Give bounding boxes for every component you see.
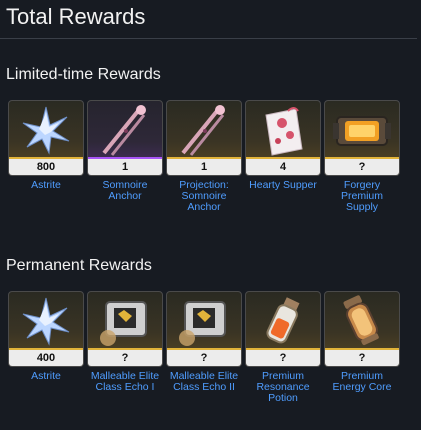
reward-card[interactable]: 800 — [8, 100, 84, 176]
reward-malleable-echo-2[interactable]: ? Malleable Elite Class Echo II — [166, 291, 242, 404]
reward-astrite-permanent[interactable]: 400 Astrite — [8, 291, 84, 404]
reward-quantity: 1 — [167, 157, 241, 175]
reward-name[interactable]: Forgery Premium Supply — [324, 180, 400, 213]
reward-name[interactable]: Malleable Elite Class Echo I — [87, 371, 163, 393]
reward-malleable-echo-1[interactable]: ? Malleable Elite Class Echo I — [87, 291, 163, 404]
astrite-crystal-icon — [22, 297, 70, 346]
reward-somnoire-anchor[interactable]: 1 Somnoire Anchor — [87, 100, 163, 213]
reward-name[interactable]: Premium Resonance Potion — [245, 371, 321, 404]
reward-card[interactable]: ? — [245, 291, 321, 367]
section-title-permanent: Permanent Rewards — [6, 257, 152, 274]
reward-card[interactable]: ? — [324, 100, 400, 176]
resonance-potion-icon — [266, 297, 300, 344]
echo-box-icon — [179, 301, 226, 346]
projection-somnoire-anchor-icon — [181, 105, 225, 156]
reward-quantity: ? — [246, 348, 320, 366]
reward-card[interactable]: 4 — [245, 100, 321, 176]
reward-name[interactable]: Astrite — [8, 371, 84, 382]
reward-premium-energy-core[interactable]: ? Premium Energy Core — [324, 291, 400, 404]
echo-box-icon — [100, 301, 147, 346]
reward-quantity: ? — [88, 348, 162, 366]
reward-quantity: 800 — [9, 157, 83, 175]
reward-astrite-limited[interactable]: 800 Astrite — [8, 100, 84, 213]
reward-quantity: 1 — [88, 157, 162, 175]
reward-forgery-premium-supply[interactable]: ? Forgery Premium Supply — [324, 100, 400, 213]
reward-card[interactable]: ? — [87, 291, 163, 367]
limited-rewards-row: 800 Astrite 1 Somnoire Anchor 1 Projecti… — [8, 100, 403, 213]
page-title: Total Rewards — [6, 4, 146, 29]
reward-card[interactable]: 1 — [166, 100, 242, 176]
title-divider — [0, 38, 417, 39]
reward-quantity: 4 — [246, 157, 320, 175]
section-title-limited: Limited-time Rewards — [6, 66, 161, 83]
astrite-crystal-icon — [22, 106, 70, 155]
reward-premium-resonance-potion[interactable]: ? Premium Resonance Potion — [245, 291, 321, 404]
forgery-premium-supply-icon — [333, 116, 391, 146]
reward-name[interactable]: Projection: Somnoire Anchor — [166, 180, 242, 213]
reward-hearty-supper[interactable]: 4 Hearty Supper — [245, 100, 321, 213]
reward-quantity: ? — [167, 348, 241, 366]
reward-quantity: ? — [325, 157, 399, 175]
reward-name[interactable]: Somnoire Anchor — [87, 180, 163, 202]
somnoire-anchor-icon — [102, 105, 146, 156]
reward-name[interactable]: Premium Energy Core — [324, 371, 400, 393]
reward-name[interactable]: Hearty Supper — [245, 180, 321, 191]
reward-name[interactable]: Malleable Elite Class Echo II — [166, 371, 242, 393]
reward-name[interactable]: Astrite — [8, 180, 84, 191]
reward-card[interactable]: ? — [324, 291, 400, 367]
reward-projection-somnoire-anchor[interactable]: 1 Projection: Somnoire Anchor — [166, 100, 242, 213]
hearty-supper-icon — [265, 107, 303, 156]
reward-quantity: 400 — [9, 348, 83, 366]
reward-card[interactable]: ? — [166, 291, 242, 367]
reward-quantity: ? — [325, 348, 399, 366]
reward-card[interactable]: 400 — [8, 291, 84, 367]
permanent-rewards-row: 400 Astrite ? Malleable Elite Class Echo… — [8, 291, 403, 404]
reward-card[interactable]: 1 — [87, 100, 163, 176]
energy-core-icon — [343, 295, 379, 346]
